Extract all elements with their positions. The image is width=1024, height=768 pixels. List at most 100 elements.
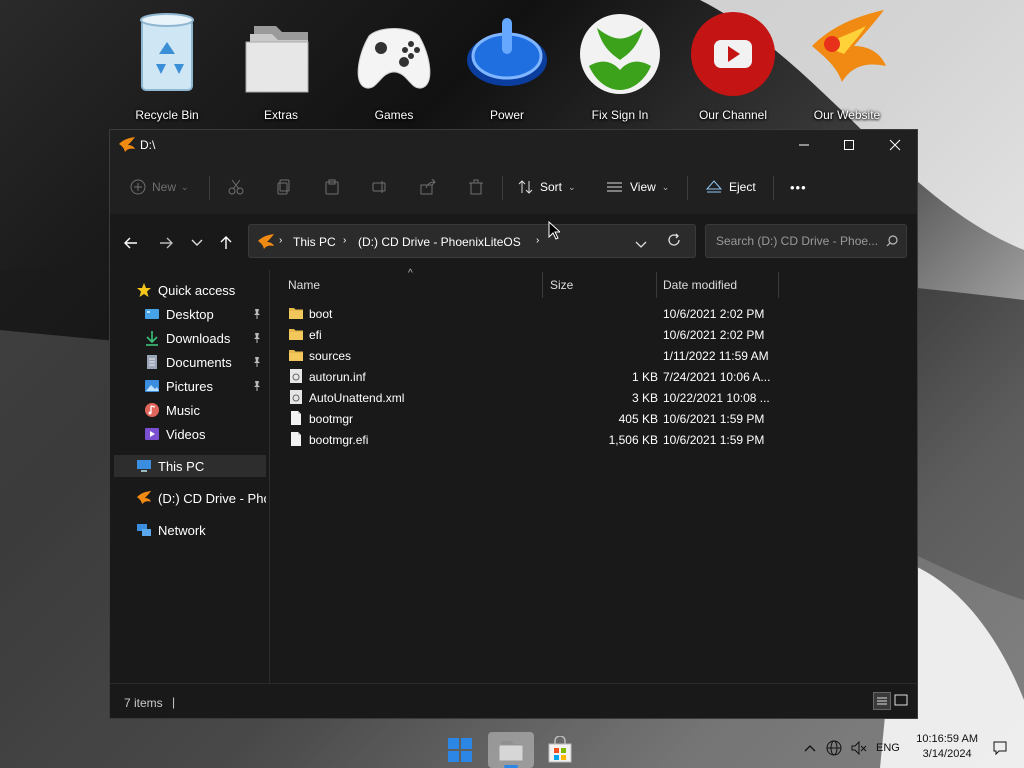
file-date: 10/6/2021 1:59 PM	[663, 412, 765, 426]
search-box[interactable]	[705, 224, 907, 258]
minimize-button[interactable]	[781, 130, 827, 160]
sidebar-item-music[interactable]: Music	[144, 399, 268, 421]
sidebar-item-this-pc[interactable]: This PC	[114, 455, 266, 477]
more-options-button[interactable]: •••	[790, 172, 807, 202]
file-name: AutoUnattend.xml	[309, 391, 405, 405]
chevron-down-icon	[191, 239, 203, 246]
breadcrumb-this-pc[interactable]: This PC	[293, 235, 336, 249]
desktop-icon-label: Our Channel	[698, 108, 768, 122]
start-button[interactable]	[440, 732, 480, 768]
refresh-button[interactable]	[667, 233, 681, 252]
file-row-bootmgr[interactable]: bootmgr 405 KB 10/6/2021 1:59 PM	[288, 408, 788, 429]
show-hidden-icons-button[interactable]	[804, 728, 816, 768]
file-name: sources	[309, 349, 352, 363]
close-button[interactable]	[872, 130, 918, 160]
cut-button[interactable]	[228, 172, 250, 202]
status-divider: |	[172, 695, 176, 709]
column-header-date-modified[interactable]: Date modified	[663, 270, 773, 300]
new-button[interactable]: New ⌄	[130, 172, 189, 202]
file-row-autounattend[interactable]: AutoUnattend.xml 3 KB 10/22/2021 10:08 .…	[288, 387, 788, 408]
taskbar: ENG 10:16:59 AM 3/14/2024	[0, 728, 1024, 768]
rename-button[interactable]	[372, 172, 394, 202]
desktop-icon-label: Games	[374, 108, 414, 122]
up-button[interactable]	[215, 232, 237, 254]
title-bar[interactable]: D:\	[110, 130, 917, 160]
taskbar-file-explorer-button[interactable]	[488, 732, 534, 768]
volume-button[interactable]	[850, 728, 868, 768]
sidebar-item-quick-access[interactable]: Quick access	[136, 279, 266, 301]
file-row-efi[interactable]: efi 10/6/2021 2:02 PM	[288, 324, 788, 345]
arrow-up-icon	[220, 236, 232, 249]
file-row-bootmgr-efi[interactable]: bootmgr.efi 1,506 KB 10/6/2021 1:59 PM	[288, 429, 788, 450]
sort-button[interactable]: Sort ⌄	[518, 172, 576, 202]
desktop-icon-label: Power	[489, 108, 524, 122]
desktop-icon-label: Our Website	[813, 108, 881, 122]
language-indicator[interactable]: ENG	[876, 728, 900, 768]
breadcrumb-drive[interactable]: (D:) CD Drive - PhoenixLiteOS	[358, 235, 521, 249]
notification-icon	[993, 741, 1007, 756]
desktop-icon-area: Recycle Bin Extras Games Power Fix Sign …	[112, 6, 912, 124]
address-history-button[interactable]	[635, 236, 647, 254]
sidebar-item-label: Desktop	[166, 306, 214, 322]
minimize-icon	[799, 144, 809, 146]
desktop-icon-our-channel[interactable]: Our Channel	[678, 6, 788, 124]
maximize-icon	[844, 140, 854, 150]
column-header-label: Date modified	[663, 278, 738, 292]
details-view-button[interactable]	[873, 692, 891, 710]
network-status-button[interactable]	[826, 728, 842, 768]
column-header-name[interactable]: Name	[288, 270, 538, 300]
chevron-down-icon	[635, 241, 647, 248]
column-divider[interactable]	[542, 272, 543, 298]
speaker-muted-icon	[851, 740, 867, 756]
forward-button[interactable]	[155, 232, 177, 254]
desktop-icon-fix-sign-in[interactable]: Fix Sign In	[565, 6, 675, 124]
folder-icon	[289, 350, 303, 361]
search-input[interactable]	[714, 233, 888, 249]
language-label: ENG	[876, 742, 900, 754]
desktop-icon-recycle-bin[interactable]: Recycle Bin	[112, 6, 222, 124]
tiles-view-button[interactable]	[893, 692, 911, 710]
pin-icon	[254, 309, 260, 319]
sidebar-item-network[interactable]: Network	[136, 519, 266, 541]
document-icon	[147, 355, 157, 369]
delete-button[interactable]	[468, 172, 490, 202]
desktop-icon-label: Extras	[263, 108, 298, 122]
file-row-sources[interactable]: sources 1/11/2022 11:59 AM	[288, 345, 788, 366]
sidebar-item-downloads[interactable]: Downloads	[144, 327, 268, 349]
power-icon	[462, 6, 552, 98]
sidebar-item-videos[interactable]: Videos	[144, 423, 268, 445]
paste-button[interactable]	[324, 172, 346, 202]
taskbar-store-button[interactable]	[540, 732, 580, 768]
desktop-icon-our-website[interactable]: Our Website	[792, 6, 902, 124]
file-row-boot[interactable]: boot 10/6/2021 2:02 PM	[288, 303, 788, 324]
column-divider[interactable]	[656, 272, 657, 298]
window-title: D:\	[140, 138, 156, 152]
gamepad-icon	[349, 6, 439, 98]
sidebar-item-desktop[interactable]: Desktop	[144, 303, 268, 325]
store-bag-icon	[548, 736, 572, 763]
eject-button[interactable]: Eject	[705, 172, 756, 202]
desktop-icon-games[interactable]: Games	[339, 6, 449, 124]
sort-label: Sort	[540, 180, 563, 194]
sidebar-item-documents[interactable]: Documents	[144, 351, 268, 373]
sidebar-item-pictures[interactable]: Pictures	[144, 375, 268, 397]
share-button[interactable]	[420, 172, 442, 202]
back-button[interactable]	[120, 232, 142, 254]
view-button[interactable]: View ⌄	[606, 172, 669, 202]
clock[interactable]: 10:16:59 AM 3/14/2024	[916, 732, 978, 762]
file-row-autorun[interactable]: autorun.inf 1 KB 7/24/2021 10:06 A...	[288, 366, 788, 387]
sidebar-item-cd-drive[interactable]: (D:) CD Drive - Phoe	[136, 487, 266, 509]
desktop-icon-extras[interactable]: Extras	[226, 6, 336, 124]
address-bar[interactable]: › This PC › (D:) CD Drive - PhoenixLiteO…	[248, 224, 696, 258]
sidebar-item-label: Downloads	[166, 330, 231, 346]
column-header-size[interactable]: Size	[550, 270, 650, 300]
copy-button[interactable]	[276, 172, 298, 202]
desktop-icon-power[interactable]: Power	[452, 6, 562, 124]
notifications-button[interactable]	[992, 728, 1008, 768]
view-label: View	[630, 180, 656, 194]
file-size: 405 KB	[618, 412, 658, 426]
maximize-button[interactable]	[826, 130, 872, 160]
chevron-right-icon: ›	[279, 235, 283, 246]
recent-locations-button[interactable]	[186, 232, 208, 254]
column-divider[interactable]	[778, 272, 779, 298]
